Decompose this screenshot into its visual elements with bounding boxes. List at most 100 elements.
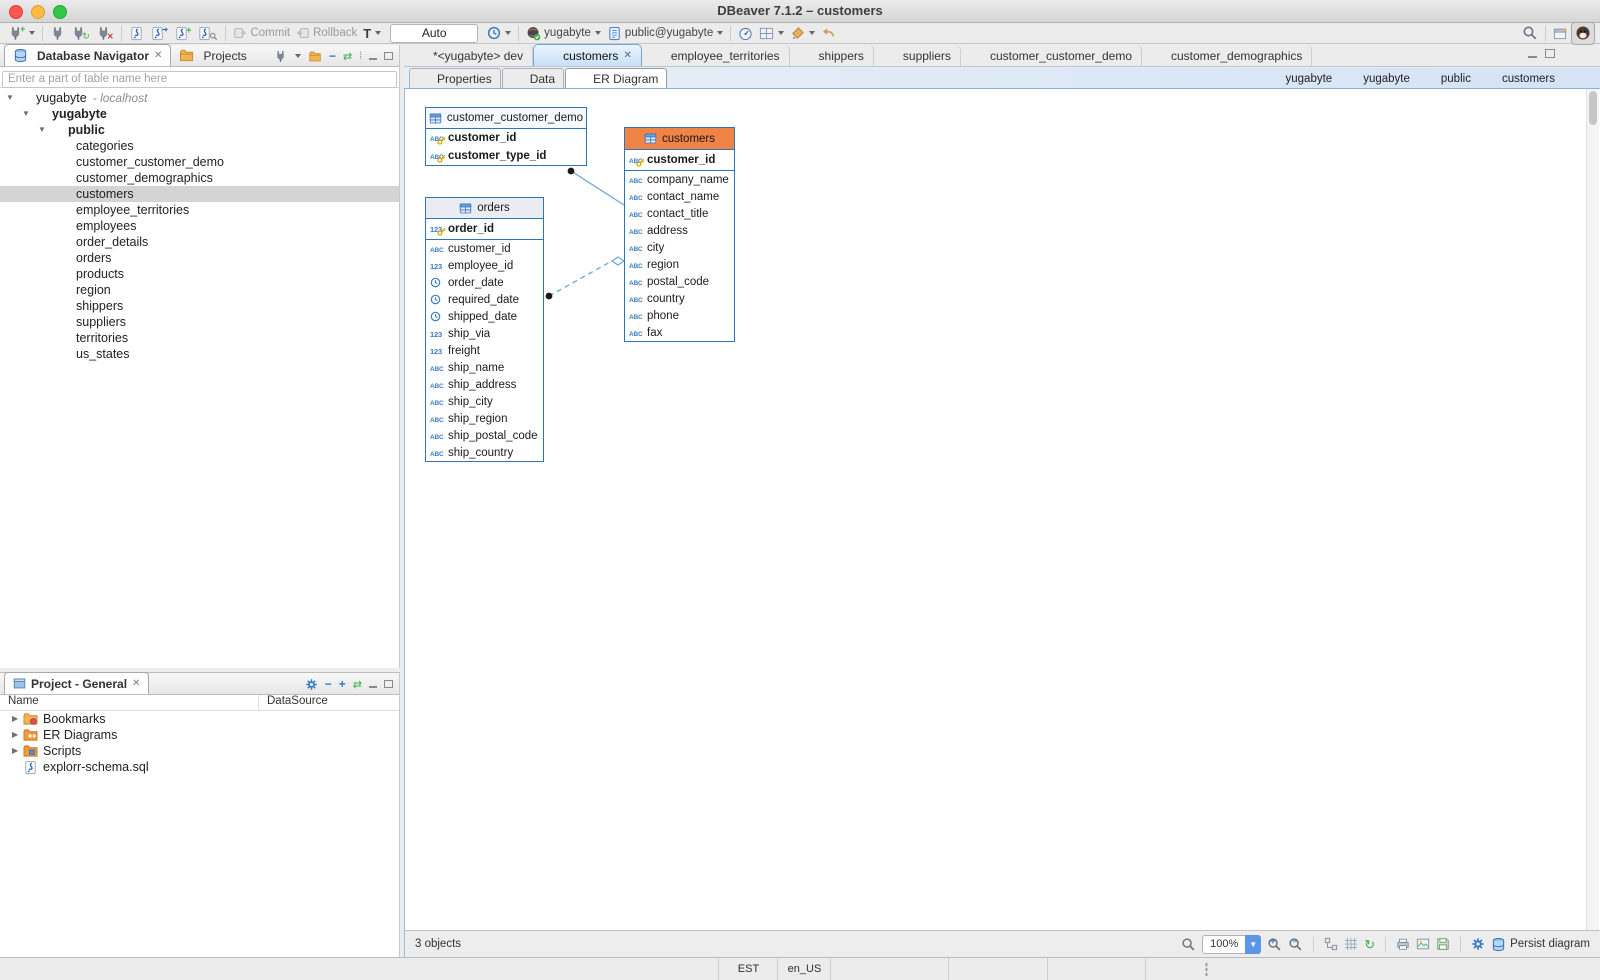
entity-column[interactable]: ABC123 customer_id [426,129,586,147]
entity-column[interactable]: ABC123 order_date [426,274,543,291]
tree-item[interactable]: ▼ employee_territories [0,202,399,218]
editor-tab[interactable]: suppliers ✕ [874,45,961,66]
er-diagram-canvas[interactable]: customer_customer_demo ABC123 customer_i… [404,89,1600,930]
tree-item[interactable]: ▼ territories [0,330,399,346]
entity-column[interactable]: ABC123 customer_id [426,239,543,257]
expander-arrow-icon[interactable]: ▼ [6,90,17,106]
tree-item[interactable]: ▼ order_details [0,234,399,250]
tree-item[interactable]: ▼ us_states [0,346,399,362]
minimize-window-button[interactable] [31,5,45,19]
new-connection-small-button[interactable] [274,50,287,63]
rollback-button[interactable]: Rollback [293,24,360,43]
zoom-level-combo[interactable]: 100% ▼ [1202,935,1261,954]
scrollbar-thumb[interactable] [1589,91,1597,125]
tree-item[interactable]: ▼ yugabyte - localhost [0,90,399,106]
entity-column[interactable]: ABC123 employee_id [426,257,543,274]
column-header-name[interactable]: Name [0,695,259,710]
close-view-icon[interactable]: ✕ [132,678,140,689]
zoom-tool-icon[interactable] [1181,937,1196,952]
tree-item[interactable]: ▼ employees [0,218,399,234]
entity-column[interactable]: ABC123 fax [625,324,734,341]
new-sql-editor-button[interactable]: + [171,24,194,43]
tree-item[interactable]: ▼ region [0,282,399,298]
view-menu-icon[interactable]: ⁞ [359,51,362,62]
connect-button[interactable] [47,24,68,43]
zoom-dropdown-icon[interactable]: ▼ [1245,935,1261,954]
collapse-all-button[interactable]: − [325,677,332,691]
new-connection-caret[interactable] [29,31,35,35]
expander-arrow-icon[interactable]: ▼ [22,106,33,122]
dbeaver-perspective-button[interactable] [1571,22,1595,45]
entity-column[interactable]: ABC123 ship_via [426,325,543,342]
entity-header[interactable]: orders [426,198,543,219]
expander-arrow-icon[interactable]: ▶ [12,743,23,759]
link-with-editor-button[interactable]: ⇄ [343,50,352,63]
statusbar-drag-handle[interactable] [1205,962,1208,976]
expand-all-button[interactable]: + [339,677,346,691]
close-window-button[interactable] [9,5,23,19]
zoom-window-button[interactable] [53,5,67,19]
maximize-view-icon[interactable] [384,680,393,688]
active-database-select[interactable]: public@yugabyte [604,24,726,43]
sql-format-button[interactable] [787,24,818,43]
entity-column[interactable]: ABC123 customer_type_id [426,147,586,165]
new-connection-button[interactable]: + [5,24,38,43]
editor-tab[interactable]: employee_territories ✕ [642,45,790,66]
persist-diagram-button[interactable]: Persist diagram [1491,937,1590,952]
tree-item[interactable]: ▼ shippers [0,298,399,314]
expander-arrow-icon[interactable]: ▶ [12,711,23,727]
new-connection-small-caret[interactable] [295,54,301,58]
save-diagram-button[interactable] [1436,937,1450,951]
reconnect-button[interactable]: ↻ [68,24,93,43]
maximize-editor-icon[interactable] [1545,49,1555,58]
entity-column[interactable]: ABC123 contact_title [625,205,734,222]
minimize-view-icon[interactable] [369,680,377,688]
table-filter-input[interactable] [2,71,397,88]
editor-tab[interactable]: customer_customer_demo ✕ [961,45,1142,66]
link-with-editor-button[interactable]: ⇄ [353,678,362,691]
entity-column[interactable]: ABC123 region [625,256,734,273]
column-header-datasource[interactable]: DataSource [259,695,328,710]
entity-header[interactable]: customer_customer_demo [426,108,586,129]
open-sql-console-button[interactable] [194,24,221,43]
refresh-diagram-button[interactable]: ↻ [1364,938,1375,951]
close-view-icon[interactable]: ✕ [154,50,162,61]
tree-item[interactable]: ▼ customer_customer_demo [0,154,399,170]
minimize-editor-icon[interactable] [1528,49,1537,58]
transaction-mode-select[interactable]: Auto [390,24,478,43]
collapse-all-button[interactable]: − [329,49,336,63]
expander-arrow-icon[interactable]: ▶ [12,727,23,743]
recent-sql-editor-button[interactable]: ➜ [147,24,172,43]
zoom-in-button[interactable]: + [1267,937,1282,952]
editor-tab[interactable]: customers ✕ [533,44,642,66]
entity-column[interactable]: ABC123 order_id [426,219,543,239]
entity-column[interactable]: ABC123 ship_name [426,359,543,376]
tab-project-general[interactable]: Project - General✕ [4,672,149,694]
editor-tab[interactable]: customer_demographics ✕ [1142,45,1312,66]
entity-column[interactable]: ABC123 shipped_date [426,308,543,325]
project-item[interactable]: ▶ Bookmarks [0,711,399,727]
open-perspective-button[interactable] [1550,24,1571,43]
tree-item[interactable]: ▼ categories [0,138,399,154]
settings-gear-icon[interactable] [305,678,318,691]
entity-customer-customer-demo[interactable]: customer_customer_demo ABC123 customer_i… [425,107,587,166]
tree-item[interactable]: ▼ customers [0,186,399,202]
editor-subtab[interactable]: Properties [409,68,501,88]
project-item[interactable]: ▶ explorr-schema.sql [0,759,399,775]
entity-column[interactable]: ABC123 customer_id [625,150,734,170]
search-button[interactable] [1519,24,1541,43]
breadcrumb-item[interactable]: public [1422,71,1471,86]
project-item[interactable]: ▶ ER Diagrams [0,727,399,743]
toggle-grid-button[interactable] [1344,937,1358,951]
entity-customers[interactable]: customers ABC123 customer_id ABC123 [624,127,735,342]
breadcrumb-item[interactable]: yugabyte [1344,71,1410,86]
zoom-level-value[interactable]: 100% [1202,935,1245,954]
entity-column[interactable]: ABC123 company_name [625,170,734,188]
entity-column[interactable]: ABC123 contact_name [625,188,734,205]
sql-editor-button[interactable] [126,24,147,43]
entity-column[interactable]: ABC123 postal_code [625,273,734,290]
zoom-out-button[interactable]: − [1288,937,1303,952]
active-connection-select[interactable]: yugabyte [523,24,604,43]
tree-item[interactable]: ▼ suppliers [0,314,399,330]
entity-column[interactable]: ABC123 phone [625,307,734,324]
